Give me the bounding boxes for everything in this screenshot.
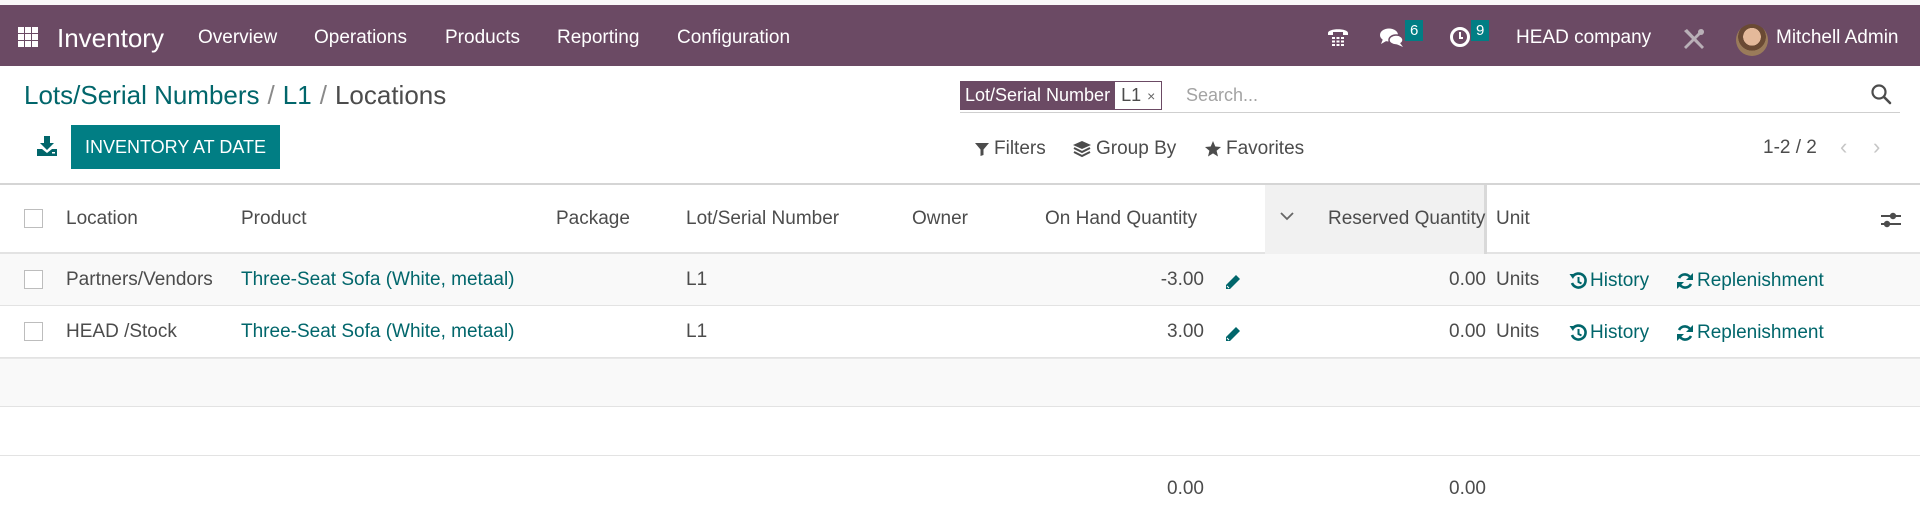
menu-configuration[interactable]: Configuration <box>677 27 790 49</box>
filter-icon <box>975 143 989 156</box>
menu-products[interactable]: Products <box>445 27 520 49</box>
column-product[interactable]: Product <box>241 208 306 230</box>
favorites-label: Favorites <box>1226 138 1305 159</box>
column-on-hand[interactable]: On Hand Quantity <box>1045 208 1197 230</box>
breadcrumb-current: Locations <box>334 80 447 110</box>
user-menu[interactable]: Mitchell Admin <box>1776 27 1899 49</box>
table-header: Location Product Package Lot/Serial Numb… <box>0 183 1920 254</box>
total-reserved: 0.00 <box>1449 478 1486 499</box>
group-by-label: Group By <box>1096 138 1177 159</box>
layers-icon <box>1073 141 1091 158</box>
breadcrumb-lots[interactable]: Lots/Serial Numbers <box>24 80 260 110</box>
table-row[interactable]: HEAD /Stock Three-Seat Sofa (White, meta… <box>0 306 1920 358</box>
menu-overview[interactable]: Overview <box>198 27 277 49</box>
inventory-at-date-button[interactable]: INVENTORY AT DATE <box>71 125 280 169</box>
cell-product[interactable]: Three-Seat Sofa (White, metaal) <box>241 269 515 291</box>
cell-location: Partners/Vendors <box>66 269 213 290</box>
history-button[interactable]: History <box>1569 270 1649 292</box>
cell-unit: Units <box>1496 269 1540 290</box>
column-location[interactable]: Location <box>66 208 138 230</box>
refresh-icon <box>1677 325 1693 341</box>
row-checkbox[interactable] <box>24 322 43 341</box>
cell-on-hand[interactable]: 3.00 <box>1167 321 1204 343</box>
messages-badge: 6 <box>1405 20 1424 41</box>
cell-lot: L1 <box>686 269 708 290</box>
column-owner[interactable]: Owner <box>912 208 968 230</box>
user-avatar[interactable] <box>1736 24 1768 56</box>
pager-value[interactable]: 1-2 / 2 <box>1763 137 1817 159</box>
main-navbar: Inventory Overview Operations Products R… <box>0 5 1920 66</box>
activities-badge: 9 <box>1471 20 1490 41</box>
cell-unit: Units <box>1496 321 1540 342</box>
table-row[interactable]: Partners/Vendors Three-Seat Sofa (White,… <box>0 254 1920 306</box>
table-footer-totals: 0.00 0.00 <box>0 456 1920 506</box>
replenishment-label: Replenishment <box>1697 270 1824 291</box>
filters-label: Filters <box>994 138 1046 159</box>
cell-product[interactable]: Three-Seat Sofa (White, metaal) <box>241 321 515 343</box>
history-icon <box>1569 272 1587 289</box>
select-all-checkbox[interactable] <box>24 209 43 228</box>
column-unit[interactable]: Unit <box>1496 208 1530 230</box>
refresh-icon <box>1677 273 1693 289</box>
column-lot-serial[interactable]: Lot/Serial Number <box>686 208 839 230</box>
download-icon[interactable] <box>36 135 58 157</box>
cell-lot: L1 <box>686 321 708 342</box>
breadcrumb-separator: / <box>319 80 327 110</box>
cell-reserved: 0.00 <box>1449 321 1486 342</box>
app-name[interactable]: Inventory <box>57 23 164 54</box>
total-on-hand: 0.00 <box>1167 478 1204 499</box>
column-reserved[interactable]: Reserved Quantity <box>1328 208 1485 230</box>
history-button[interactable]: History <box>1569 322 1649 344</box>
cell-location: HEAD /Stock <box>66 321 177 342</box>
replenishment-label: Replenishment <box>1697 322 1824 343</box>
apps-menu-icon[interactable] <box>18 27 38 47</box>
optional-columns-icon[interactable] <box>1880 210 1902 230</box>
messages-icon[interactable] <box>1379 25 1405 49</box>
chevron-down-icon[interactable] <box>1280 208 1294 226</box>
search-input[interactable] <box>1186 81 1826 109</box>
column-package[interactable]: Package <box>556 208 630 230</box>
facet-label: Lot/Serial Number <box>961 82 1116 109</box>
cell-reserved: 0.00 <box>1449 269 1486 290</box>
pager-next-icon[interactable]: › <box>1873 134 1880 160</box>
facet-remove-icon[interactable]: × <box>1147 88 1155 104</box>
history-label: History <box>1590 322 1650 343</box>
replenishment-button[interactable]: Replenishment <box>1676 322 1824 344</box>
facet-value: L1 × <box>1115 82 1162 109</box>
history-icon <box>1569 324 1587 341</box>
search-icon[interactable] <box>1870 83 1892 105</box>
phone-icon[interactable] <box>1326 25 1350 49</box>
debug-tools-icon[interactable] <box>1681 26 1707 52</box>
row-checkbox[interactable] <box>24 270 43 289</box>
breadcrumb: Lots/Serial Numbers / L1/Locations <box>24 80 446 111</box>
history-label: History <box>1590 270 1650 291</box>
empty-row <box>0 358 1920 407</box>
filters-button[interactable]: Filters <box>974 138 1046 160</box>
pager-previous-icon[interactable]: ‹ <box>1840 134 1847 160</box>
menu-reporting[interactable]: Reporting <box>557 27 639 49</box>
search-facet: Lot/Serial Number L1 × <box>960 81 1163 110</box>
activity-clock-icon[interactable] <box>1449 26 1471 48</box>
facet-value-text: L1 <box>1121 85 1142 105</box>
pencil-icon[interactable] <box>1224 273 1242 291</box>
empty-row <box>0 407 1920 456</box>
favorites-button[interactable]: Favorites <box>1204 138 1304 160</box>
group-by-button[interactable]: Group By <box>1072 138 1176 160</box>
cell-on-hand[interactable]: -3.00 <box>1161 269 1204 291</box>
pencil-icon[interactable] <box>1224 325 1242 343</box>
company-switcher[interactable]: HEAD company <box>1516 27 1651 49</box>
breadcrumb-separator: / <box>267 80 275 110</box>
search-bar: Lot/Serial Number L1 × <box>960 79 1900 113</box>
quants-list-table: Location Product Package Lot/Serial Numb… <box>0 183 1920 506</box>
breadcrumb-l1[interactable]: L1 <box>283 80 312 110</box>
star-icon <box>1205 141 1221 157</box>
menu-operations[interactable]: Operations <box>314 27 407 49</box>
replenishment-button[interactable]: Replenishment <box>1676 270 1824 292</box>
